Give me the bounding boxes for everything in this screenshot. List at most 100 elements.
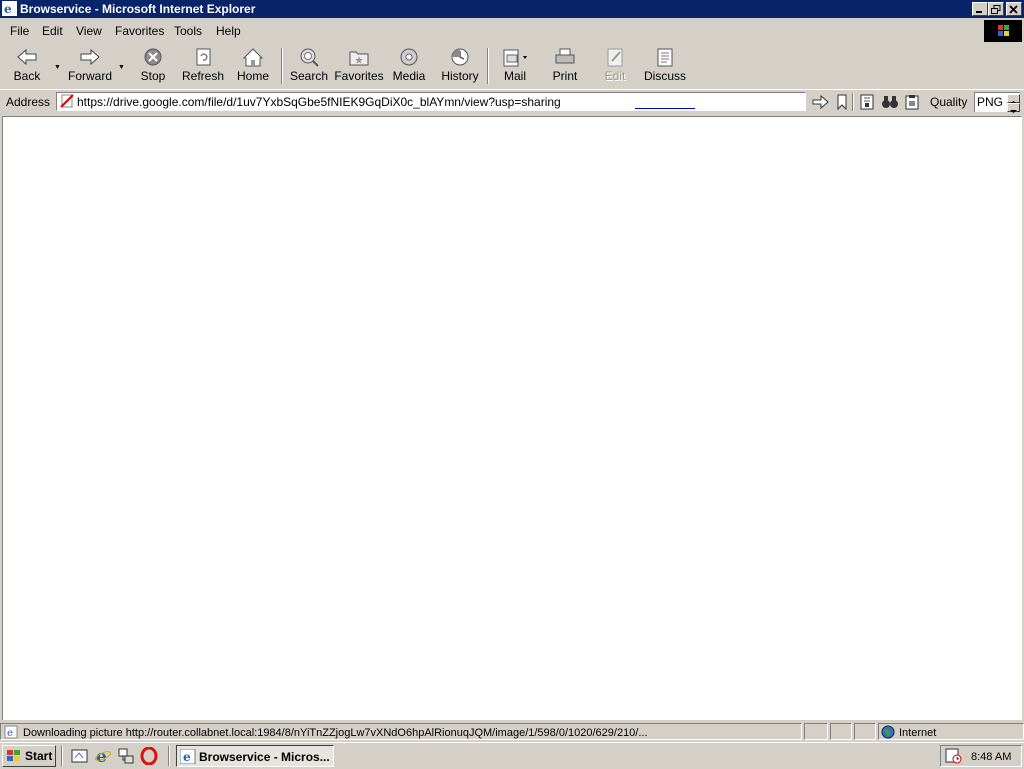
menu-file[interactable]: File: [10, 24, 29, 38]
quality-value: PNG: [977, 95, 1004, 109]
minimize-button[interactable]: [972, 2, 988, 16]
show-desktop-icon[interactable]: [71, 748, 89, 764]
spin-down-icon: [1010, 110, 1017, 113]
status-pane-progress: [804, 723, 828, 740]
quality-label: Quality: [930, 95, 968, 109]
clipboard-icon[interactable]: [904, 94, 920, 110]
search-button[interactable]: Search: [288, 44, 330, 86]
minimize-icon: [976, 11, 982, 13]
menu-view[interactable]: View: [76, 24, 102, 38]
refresh-button[interactable]: Refresh: [180, 44, 226, 86]
quality-up-button[interactable]: [1007, 94, 1020, 104]
status-pane-privacy: [854, 723, 876, 740]
network-icon[interactable]: [117, 747, 135, 765]
system-tray: 8:48 AM: [940, 745, 1022, 767]
mail-button[interactable]: Mail: [496, 44, 534, 86]
close-button[interactable]: [1006, 2, 1022, 16]
close-icon: [1009, 5, 1018, 14]
standard-toolbar: Back ▼ Forward ▼ Stop Refresh Home Searc…: [0, 44, 1024, 88]
ie-app-icon[interactable]: e: [2, 1, 17, 16]
media-label: Media: [392, 69, 426, 83]
restore-button[interactable]: [988, 2, 1004, 16]
toolbar-separator: [281, 48, 283, 84]
menu-edit[interactable]: Edit: [42, 24, 63, 38]
go-arrow-icon[interactable]: [812, 95, 830, 109]
menu-help[interactable]: Help: [216, 24, 241, 38]
window-title: Browservice - Microsoft Internet Explore…: [20, 2, 256, 16]
taskbar-window-label: Browservice - Micros...: [199, 750, 330, 764]
favorites-button[interactable]: Favorites: [334, 44, 384, 86]
stop-button[interactable]: Stop: [134, 44, 172, 86]
history-button[interactable]: History: [438, 44, 482, 86]
mail-label: Mail: [503, 69, 526, 83]
search-label: Search: [289, 69, 329, 83]
search-icon: [300, 48, 319, 67]
forward-dropdown-icon[interactable]: ▼: [118, 64, 125, 71]
windows-flag-icon: [7, 750, 20, 761]
internet-explorer-icon[interactable]: e: [94, 747, 112, 765]
binoculars-icon[interactable]: [881, 94, 899, 110]
page-content-area[interactable]: [2, 116, 1022, 720]
back-dropdown-icon[interactable]: ▼: [54, 64, 61, 71]
address-separator: [852, 93, 854, 111]
title-bar: e Browservice - Microsoft Internet Explo…: [0, 0, 1024, 18]
refresh-label: Refresh: [181, 69, 225, 83]
discuss-label: Discuss: [644, 69, 687, 83]
page-not-loaded-icon: [60, 94, 74, 108]
restore-icon: [991, 5, 1001, 14]
address-label: Address: [6, 95, 51, 109]
opera-icon[interactable]: [140, 747, 158, 765]
status-bar: e Downloading picture http://router.coll…: [0, 721, 1024, 741]
edit-label: Edit: [604, 69, 626, 83]
bookmark-icon[interactable]: [836, 94, 848, 110]
zone-text: Internet: [899, 727, 937, 739]
media-button[interactable]: Media: [388, 44, 430, 86]
svg-text:e: e: [7, 728, 13, 739]
start-button[interactable]: Start: [2, 745, 56, 767]
favorites-folder-icon: [349, 51, 369, 66]
history-label: History: [441, 69, 479, 83]
taskbar-separator: [61, 746, 63, 766]
forward-button[interactable]: Forward: [64, 44, 116, 86]
status-message-pane: e Downloading picture http://router.coll…: [0, 723, 802, 740]
status-text: Downloading picture http://router.collab…: [23, 727, 648, 739]
forward-label: Forward: [67, 69, 112, 83]
discuss-button[interactable]: Discuss: [644, 44, 686, 86]
address-input[interactable]: https://drive.google.com/file/d/1uv7YxbS…: [56, 92, 806, 111]
taskbar-separator: [168, 746, 170, 766]
quality-select[interactable]: PNG: [974, 92, 1020, 113]
clock[interactable]: 8:48 AM: [971, 751, 1011, 763]
ie-window-icon: e: [180, 749, 196, 764]
menu-bar: File Edit View Favorites Tools Help: [0, 20, 1024, 42]
scheduler-tray-icon[interactable]: [945, 748, 963, 764]
windows-flag-icon: [998, 25, 1009, 36]
print-button[interactable]: Print: [546, 44, 584, 86]
address-caret-underline: [635, 108, 695, 109]
favorites-label: Favorites: [334, 69, 384, 83]
discuss-icon: [657, 48, 673, 67]
find-page-icon[interactable]: [860, 94, 876, 110]
history-icon: [451, 48, 469, 66]
back-arrow-icon: [17, 48, 37, 66]
svg-text:e: e: [183, 750, 191, 764]
back-label: Back: [13, 69, 41, 83]
print-label: Print: [552, 69, 578, 83]
address-bar: Address https://drive.google.com/file/d/…: [0, 89, 1024, 114]
home-icon: [242, 48, 264, 67]
menu-favorites[interactable]: Favorites: [115, 24, 164, 38]
taskbar-window-button[interactable]: e Browservice - Micros...: [176, 745, 334, 767]
svg-text:e: e: [4, 2, 12, 16]
start-label: Start: [25, 749, 53, 763]
edit-button[interactable]: Edit: [596, 44, 634, 86]
taskbar: Start e e Browservice - Micros... 8:48 A…: [0, 742, 1024, 769]
mail-icon: [503, 49, 527, 67]
forward-arrow-icon: [80, 48, 100, 66]
menu-tools[interactable]: Tools: [174, 24, 202, 38]
ie-page-icon: e: [4, 725, 18, 739]
status-zone-pane: Internet: [878, 723, 1024, 740]
internet-globe-icon: [881, 725, 895, 739]
address-url-text: https://drive.google.com/file/d/1uv7YxbS…: [77, 95, 561, 109]
back-button[interactable]: Back: [4, 44, 50, 86]
quality-down-button[interactable]: [1007, 103, 1020, 113]
home-button[interactable]: Home: [234, 44, 272, 86]
